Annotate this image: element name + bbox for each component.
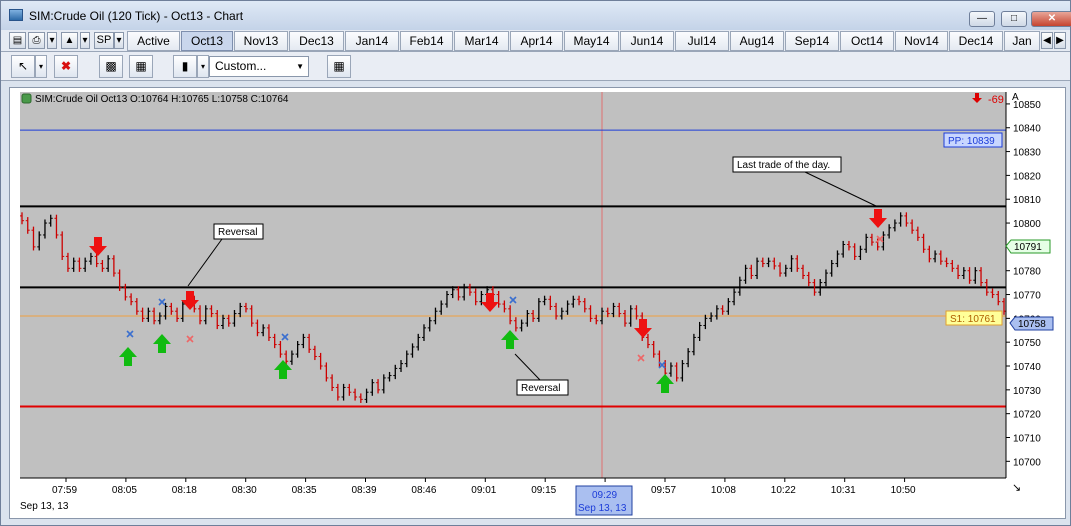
tab-scroll-left-icon[interactable]: ◀ bbox=[1041, 32, 1053, 49]
last-trade-label: Last trade of the day. bbox=[737, 160, 830, 171]
minimize-button[interactable]: — bbox=[969, 11, 995, 27]
y-tick-label: 10700 bbox=[1013, 457, 1041, 468]
y-tick-label: 10780 bbox=[1013, 267, 1041, 278]
pointer-dropdown-icon[interactable]: ▾ bbox=[35, 55, 47, 78]
price-chart[interactable]: 1085010840108301082010810108001079010780… bbox=[10, 88, 1065, 518]
resize-grip-icon[interactable]: ↘ bbox=[1012, 482, 1021, 494]
sp-button[interactable]: SP bbox=[94, 32, 114, 49]
pointer-icon[interactable]: ↖ bbox=[11, 55, 35, 78]
chart-date-label: Sep 13, 13 bbox=[20, 501, 69, 512]
template-select[interactable]: Custom... ▼ bbox=[209, 56, 309, 77]
x-tick-label: 09:15 bbox=[531, 485, 556, 496]
instrument-tab-row: ▤ ⎙ ▾ ▲ ▾ SP ▾ Active Oct13 Nov13 Dec13 Jan1… bbox=[1, 30, 1070, 52]
y-tick-label: 10770 bbox=[1013, 291, 1041, 302]
indicators-icon[interactable]: ▦ bbox=[129, 55, 153, 78]
y-tick-label: 10810 bbox=[1013, 195, 1041, 206]
x-tick-label: 09:57 bbox=[651, 485, 676, 496]
x-tick-label: 08:30 bbox=[232, 485, 257, 496]
x-tick-label: 08:35 bbox=[292, 485, 317, 496]
chart-panel[interactable]: 1085010840108301082010810108001079010780… bbox=[9, 87, 1066, 519]
data-box-icon[interactable]: ▦ bbox=[327, 55, 351, 78]
x-tick-label: 09:01 bbox=[471, 485, 496, 496]
instrument-icon[interactable]: ▲ bbox=[61, 32, 78, 49]
maximize-button[interactable]: □ bbox=[1001, 11, 1027, 27]
y-tick-label: 10730 bbox=[1013, 386, 1041, 397]
upper-price-label: 10791 bbox=[1014, 242, 1042, 253]
x-tick-label: 08:18 bbox=[172, 485, 197, 496]
remove-drawing-icon[interactable]: ✖ bbox=[54, 55, 78, 78]
x-tick-label: 07:59 bbox=[52, 485, 77, 496]
cursor-time-tag: 09:29 Sep 13, 13 bbox=[575, 485, 633, 516]
x-tick-label: 10:31 bbox=[831, 485, 856, 496]
upper-price-tag: 10791 bbox=[1005, 239, 1051, 254]
y-tick-label: 10710 bbox=[1013, 433, 1041, 444]
instrument-ohlc-label: SIM:Crude Oil Oct13 O:10764 H:10765 L:10… bbox=[35, 94, 289, 105]
data-series-icon[interactable]: ▩ bbox=[99, 55, 123, 78]
x-tick-label: 08:46 bbox=[411, 485, 436, 496]
chart-toolbar: ↖ ▾ ✖ ▩ ▦ ▮ ▾ Custom... ▼ ▦ bbox=[1, 52, 1070, 81]
close-button[interactable]: ✕ bbox=[1031, 11, 1071, 27]
tab-jan14[interactable]: Jan14 bbox=[345, 31, 399, 51]
cursor-time-label: 09:29 bbox=[592, 490, 617, 501]
title-bar[interactable]: SIM:Crude Oil (120 Tick) - Oct13 - Chart… bbox=[1, 1, 1071, 30]
tab-nov13[interactable]: Nov13 bbox=[234, 31, 288, 51]
chevron-down-icon: ▼ bbox=[296, 62, 304, 71]
tab-dec14[interactable]: Dec14 bbox=[949, 31, 1003, 51]
x-tick-label: 08:39 bbox=[352, 485, 377, 496]
pp-price-tag: PP: 10839 bbox=[943, 132, 1003, 148]
current-price-label: 10758 bbox=[1018, 319, 1046, 330]
y-tick-label: 10820 bbox=[1013, 171, 1041, 182]
x-tick-label: 10:08 bbox=[711, 485, 736, 496]
auto-scale-toggle[interactable]: A bbox=[1012, 92, 1019, 103]
template-select-value: Custom... bbox=[215, 59, 267, 73]
instrument-status-icon[interactable] bbox=[21, 93, 32, 104]
x-tick-label: 08:05 bbox=[112, 485, 137, 496]
window-title: SIM:Crude Oil (120 Tick) - Oct13 - Chart bbox=[29, 9, 244, 23]
tab-mar14[interactable]: Mar14 bbox=[454, 31, 509, 51]
x-tick-label: 10:50 bbox=[891, 485, 916, 496]
instrument-dropdown-icon[interactable]: ▾ bbox=[80, 32, 90, 49]
tab-nov14[interactable]: Nov14 bbox=[895, 31, 948, 51]
tab-jul14[interactable]: Jul14 bbox=[675, 31, 729, 51]
cursor-date-label: Sep 13, 13 bbox=[578, 503, 627, 514]
reversal-label-2: Reversal bbox=[521, 383, 560, 394]
bar-type-dropdown-icon[interactable]: ▾ bbox=[197, 55, 209, 78]
tab-oct14[interactable]: Oct14 bbox=[840, 31, 894, 51]
print-dropdown-icon[interactable]: ▾ bbox=[47, 32, 57, 49]
plot-background bbox=[20, 92, 1006, 478]
x-tick-label: 10:22 bbox=[771, 485, 796, 496]
tab-sep14[interactable]: Sep14 bbox=[785, 31, 839, 51]
app-icon bbox=[9, 9, 23, 21]
tab-active[interactable]: Active bbox=[127, 31, 180, 51]
pnl-value: -69 bbox=[988, 94, 1004, 106]
properties-icon[interactable]: ▤ bbox=[9, 32, 26, 49]
y-tick-label: 10830 bbox=[1013, 148, 1041, 159]
tab-jun14[interactable]: Jun14 bbox=[620, 31, 674, 51]
y-tick-label: 10800 bbox=[1013, 219, 1041, 230]
tab-apr14[interactable]: Apr14 bbox=[510, 31, 563, 51]
current-price-tag: 10758 bbox=[1009, 316, 1054, 331]
print-icon[interactable]: ⎙ bbox=[28, 32, 45, 49]
y-tick-label: 10840 bbox=[1013, 124, 1041, 135]
s1-price-label: S1: 10761 bbox=[950, 314, 996, 325]
tab-may14[interactable]: May14 bbox=[564, 31, 619, 51]
reversal-label-1: Reversal bbox=[218, 227, 257, 238]
bar-type-icon[interactable]: ▮ bbox=[173, 55, 197, 78]
tab-scroll-right-icon[interactable]: ▶ bbox=[1054, 32, 1066, 49]
tab-aug14[interactable]: Aug14 bbox=[730, 31, 784, 51]
tab-dec13[interactable]: Dec13 bbox=[289, 31, 344, 51]
chart-window: SIM:Crude Oil (120 Tick) - Oct13 - Chart… bbox=[0, 0, 1071, 526]
tab-oct13[interactable]: Oct13 bbox=[181, 31, 233, 51]
tab-feb14[interactable]: Feb14 bbox=[400, 31, 453, 51]
y-tick-label: 10750 bbox=[1013, 338, 1041, 349]
y-tick-label: 10740 bbox=[1013, 362, 1041, 373]
y-tick-label: 10720 bbox=[1013, 410, 1041, 421]
s1-price-tag: S1: 10761 bbox=[945, 310, 1003, 326]
sp-dropdown-icon[interactable]: ▾ bbox=[114, 32, 124, 49]
pp-price-label: PP: 10839 bbox=[948, 136, 995, 147]
tab-jan[interactable]: Jan bbox=[1004, 31, 1040, 51]
